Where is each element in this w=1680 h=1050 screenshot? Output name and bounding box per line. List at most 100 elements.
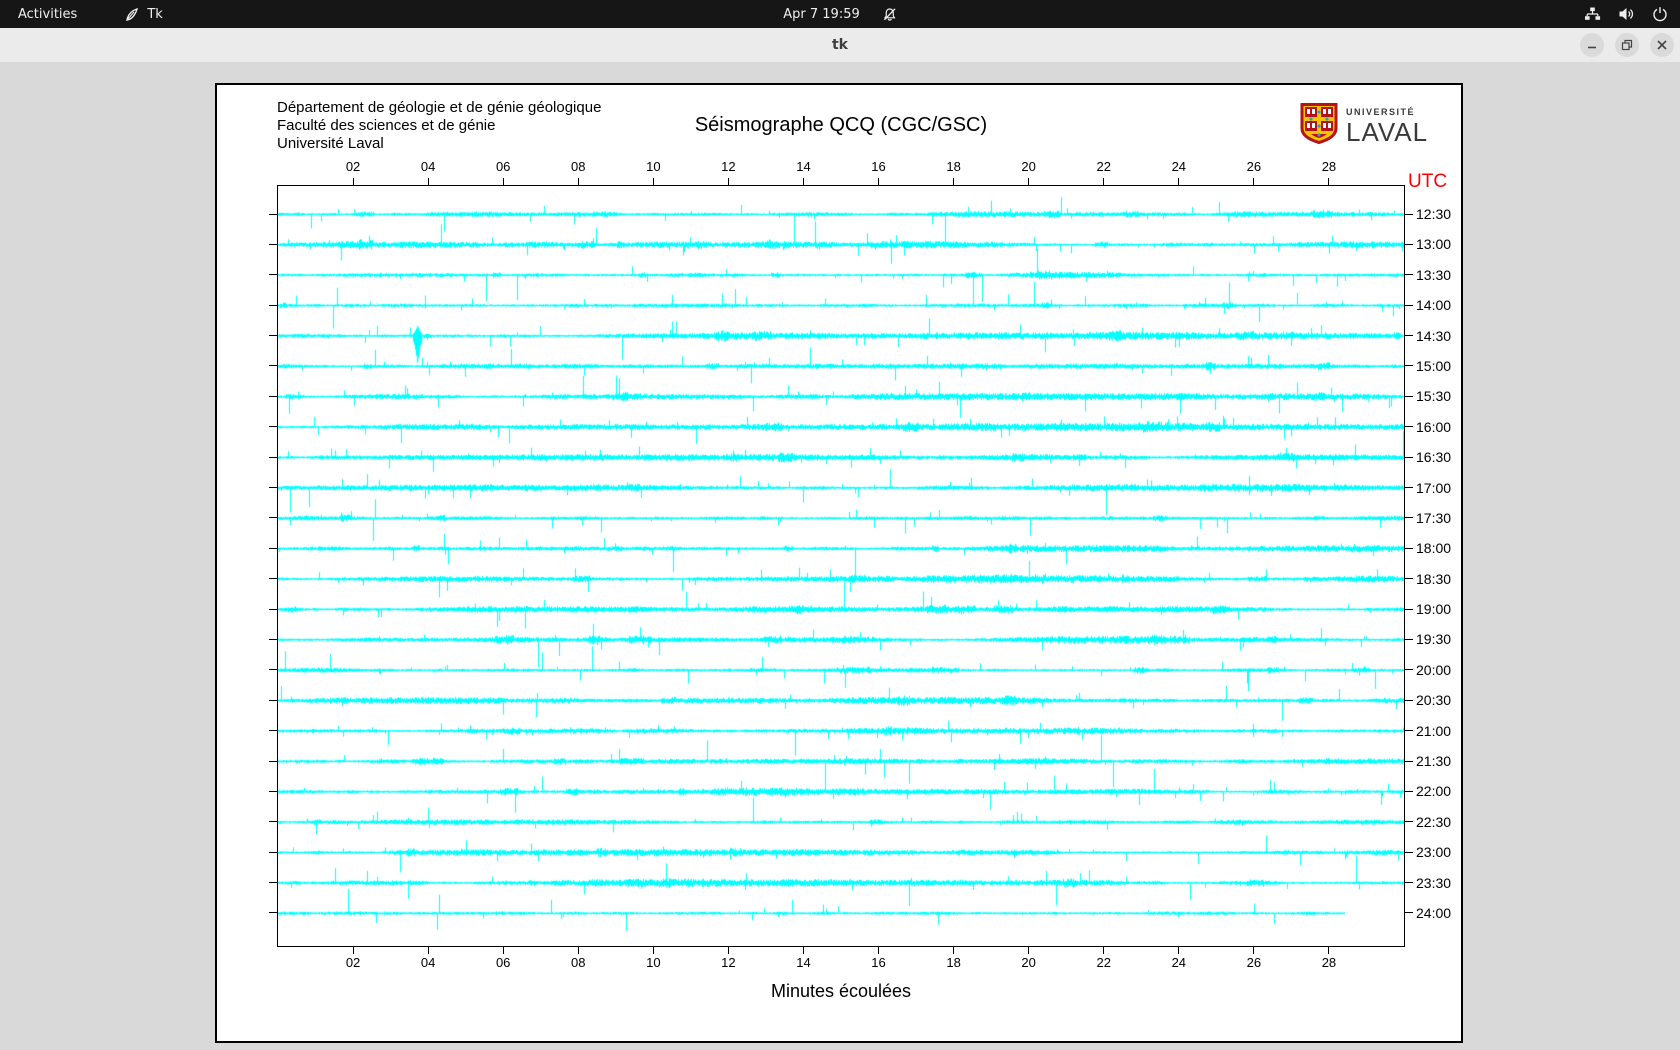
row-tick-left [269,730,277,732]
laval-wordmark: UNIVERSITÉ LAVAL [1346,107,1428,145]
app-indicator-tk[interactable]: Tk [117,0,170,28]
row-tick-right [1405,730,1413,732]
x-tick-label-bottom: 06 [495,955,511,970]
seismic-traces [278,186,1404,946]
x-tick-label-top: 12 [721,159,736,174]
row-tick-right [1405,821,1413,823]
maximize-button[interactable] [1615,33,1639,57]
row-tick-left [269,487,277,488]
close-button[interactable] [1650,33,1674,57]
x-tick-top [1178,178,1180,185]
minimize-button[interactable] [1580,33,1604,57]
row-tick-right [1405,638,1413,640]
app-indicator-label: Tk [147,6,163,22]
x-tick-label-bottom: 28 [1321,955,1337,970]
window-titlebar[interactable]: tk [0,28,1680,63]
row-tick-left [269,243,277,245]
x-tick-top [427,178,429,185]
row-tick-right [1405,487,1413,488]
row-tick-left [269,395,277,397]
clock-label: Apr 7 19:59 [783,6,860,22]
top-bar-left: Activities Tk [0,0,171,28]
x-tick-label-bottom: 24 [1171,955,1187,970]
row-tick-right [1405,912,1413,914]
x-tick-bottom [727,947,729,954]
utc-time-label: 19:30 [1416,631,1452,648]
x-tick-bottom [1028,947,1030,954]
x-tick-top [1103,178,1105,185]
x-tick-label-top: 06 [495,159,511,174]
row-tick-right [1405,456,1413,458]
x-tick-label-bottom: 10 [646,955,661,970]
x-tick-label-top: 14 [796,159,811,174]
x-tick-bottom [352,947,354,954]
utc-time-label: 13:30 [1416,266,1452,283]
row-tick-left [269,456,277,458]
utc-time-label: 21:00 [1416,722,1452,739]
x-tick-top [1253,178,1255,185]
utc-time-label: 20:30 [1416,692,1452,709]
row-tick-right [1405,699,1413,701]
row-tick-right [1405,365,1413,367]
row-tick-left [269,669,277,671]
row-tick-right [1405,882,1413,884]
system-status-menu[interactable] [1584,0,1668,28]
utc-time-label: 16:30 [1416,449,1452,466]
utc-time-label: 12:30 [1416,206,1452,222]
x-tick-label-bottom: 18 [946,955,961,970]
x-tick-bottom [1328,947,1330,954]
x-tick-top [727,178,729,185]
row-tick-left [269,699,277,701]
activities-button[interactable]: Activities [0,0,95,28]
x-tick-bottom [577,947,579,954]
x-tick-label-bottom: 20 [1021,955,1036,970]
row-tick-right [1405,578,1413,580]
utc-time-label: 22:30 [1416,813,1452,830]
row-tick-right [1405,608,1413,610]
row-tick-left [269,304,277,306]
row-tick-right [1405,669,1413,671]
x-tick-top [878,178,880,185]
row-tick-left [269,821,277,823]
utc-time-label: 14:30 [1416,327,1452,344]
row-tick-left [269,578,277,580]
utc-time-label: 20:00 [1416,661,1452,678]
tk-icon [125,7,140,22]
row-tick-right [1405,790,1413,792]
row-tick-left [269,912,277,914]
row-tick-left [269,851,277,853]
x-tick-top [1328,178,1330,185]
x-tick-bottom [802,947,804,954]
row-tick-right [1405,426,1413,428]
volume-icon [1618,6,1635,22]
utc-time-label: 17:00 [1416,479,1452,496]
x-tick-top [652,178,654,185]
x-tick-label-bottom: 08 [571,955,586,970]
utc-time-label: 14:00 [1416,297,1452,314]
utc-time-label: 18:30 [1416,570,1452,587]
universite-laval-logo: UNIVERSITÉ LAVAL [1300,103,1428,149]
institution-line-3: Université Laval [277,135,384,152]
row-tick-left [269,760,277,762]
x-tick-label-top: 16 [871,159,886,174]
x-tick-label-bottom: 12 [721,955,736,970]
utc-time-label: 19:00 [1416,601,1452,618]
x-axis-label: Minutes écoulées [770,981,912,1001]
row-tick-right [1405,547,1413,549]
row-tick-right [1405,851,1413,853]
x-tick-top [502,178,504,185]
row-tick-right [1405,304,1413,306]
laval-crest-icon [1300,103,1338,149]
power-icon [1652,6,1668,22]
seismograph-canvas: Département de géologie et de génie géol… [215,83,1463,1043]
x-tick-top [953,178,955,185]
x-tick-label-top: 10 [646,159,661,174]
x-tick-top [802,178,804,185]
row-tick-left [269,365,277,367]
x-tick-top [1028,178,1030,185]
clock-menu[interactable]: Apr 7 19:59 [783,0,897,28]
row-tick-left [269,608,277,610]
row-tick-left [269,274,277,276]
utc-time-label: 15:30 [1416,388,1452,405]
window-content: Département de géologie et de génie géol… [0,62,1680,1050]
